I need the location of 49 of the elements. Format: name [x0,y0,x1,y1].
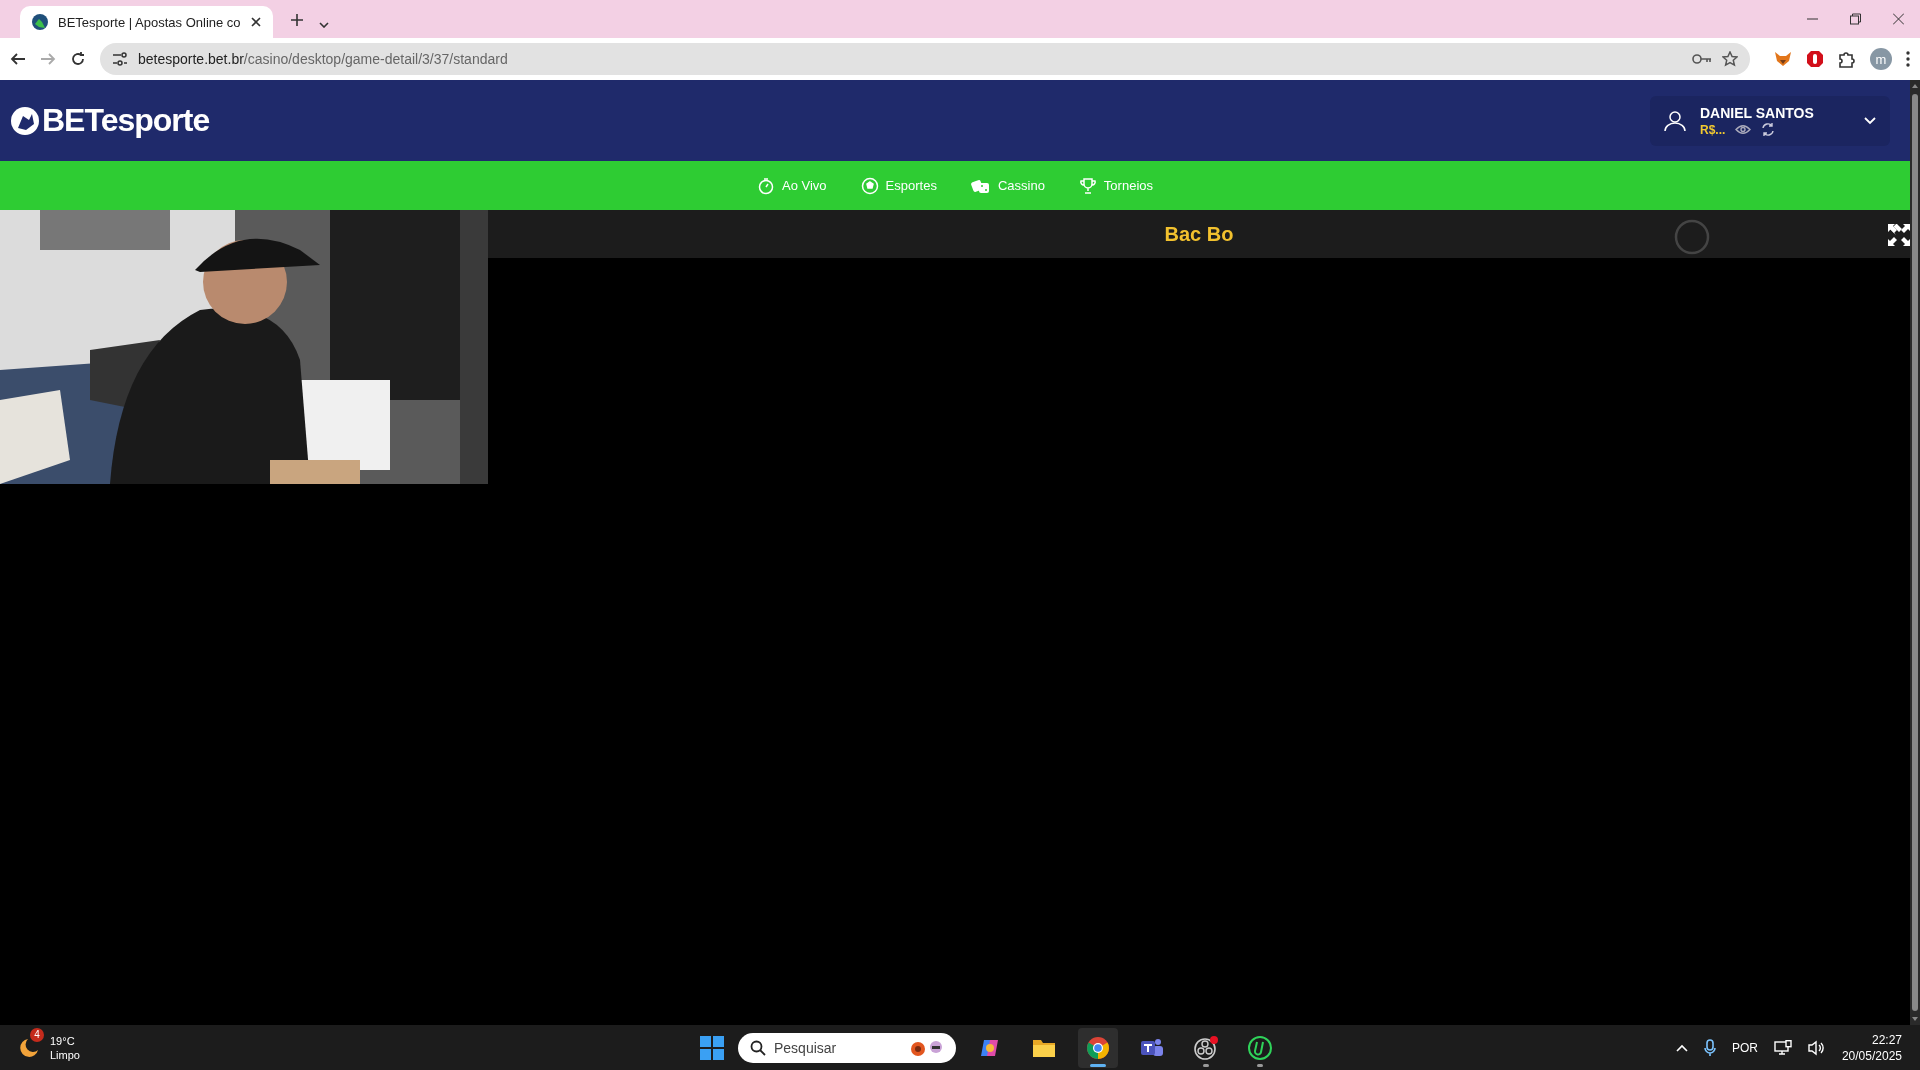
u-logo-icon [1247,1034,1273,1061]
star-icon[interactable] [1722,51,1738,67]
fox-icon[interactable] [1774,51,1792,67]
back-icon[interactable] [10,51,26,67]
windows-start-icon[interactable] [700,1035,724,1060]
browser-tab[interactable]: BETesporte | Apostas Online co [20,6,273,38]
balance: R$... [1700,122,1726,137]
chrome-icon [1086,1035,1110,1060]
key-icon[interactable] [1692,53,1712,65]
scroll-down-icon[interactable] [1912,1017,1918,1021]
speaker-icon[interactable] [1807,1039,1826,1056]
site-favicon-icon [32,14,48,30]
date: 20/05/2025 [1841,1047,1902,1064]
chevron-down-icon[interactable] [1864,116,1876,125]
menu-icon[interactable] [1906,51,1910,67]
logo-icon [10,105,40,136]
stopwatch-icon [757,176,775,195]
notification-badge: 4 [30,1027,44,1042]
game-title: Bac Bo [1164,222,1234,246]
fullscreen-icon[interactable] [1888,224,1910,246]
time: 22:27 [1871,1031,1902,1048]
language-indicator[interactable]: POR [1731,1040,1758,1055]
network-icon[interactable] [1773,1039,1792,1056]
microphone-icon[interactable] [1703,1038,1716,1057]
url-text: betesporte.bet.br/casino/desktop/game-detail/3/37/standard [138,51,508,67]
taskbar-app[interactable] [1078,1027,1118,1068]
scrollbar[interactable] [1910,80,1920,1025]
user-menu[interactable]: DANIEL SANTOS R$... [1650,95,1890,146]
clock[interactable]: 22:27 20/05/2025 [1841,1031,1902,1064]
search-field[interactable]: Pesquisar [738,1032,956,1063]
site-settings-icon[interactable] [112,52,128,66]
user-name: DANIEL SANTOS [1700,104,1815,121]
scroll-up-icon[interactable] [1912,84,1918,88]
ball-icon [860,176,879,195]
user-icon [1664,109,1686,132]
caret-icon[interactable] [318,22,329,28]
refresh-icon[interactable] [1761,123,1776,136]
site-logo[interactable]: BETesporte [42,102,210,139]
reload-icon[interactable] [70,51,86,67]
close-icon[interactable] [250,17,261,27]
eye-icon[interactable] [1735,124,1752,135]
obs-icon [1193,1034,1219,1061]
temperature: 19°C [50,1033,76,1048]
chevron-up-icon[interactable] [1675,1043,1688,1052]
weather-condition: Limpo [50,1047,80,1062]
trophy-icon [1078,176,1097,195]
address-bar[interactable]: betesporte.bet.br/casino/desktop/game-detail/3/37/standard [100,43,1750,75]
puzzle-icon[interactable] [1838,50,1856,68]
new-tab-icon[interactable] [290,14,303,26]
